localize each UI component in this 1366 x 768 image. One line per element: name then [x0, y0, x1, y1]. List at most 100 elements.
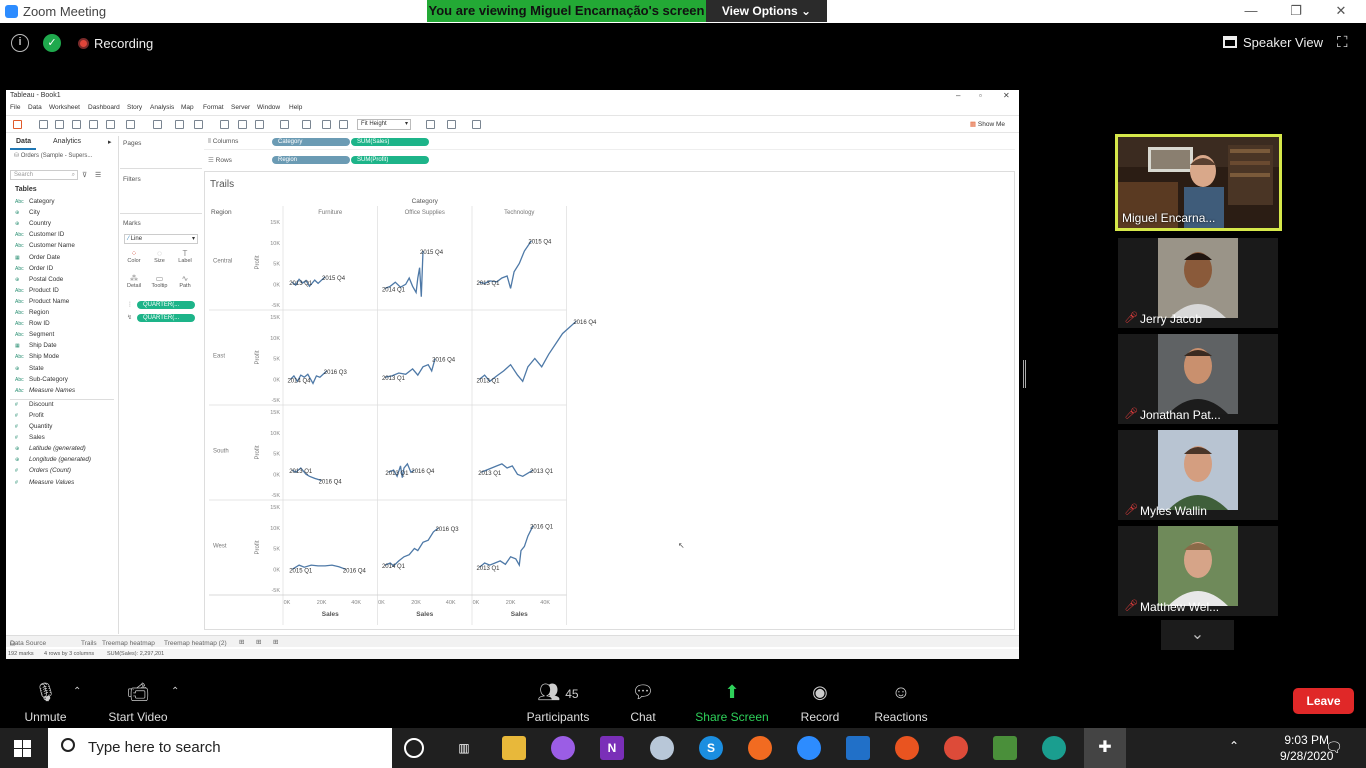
chrome-icon[interactable] [944, 736, 968, 760]
file-explorer-icon[interactable] [502, 736, 526, 760]
field-product-id[interactable]: Abc Product ID [15, 287, 59, 294]
highlight-icon[interactable] [280, 120, 289, 129]
new-worksheet-icon[interactable] [153, 120, 162, 129]
chat-button[interactable]: 💬︎ Chat [620, 680, 666, 724]
field-profit[interactable]: # Profit [15, 412, 44, 419]
view-options-button[interactable]: View Options ⌄ [706, 0, 827, 22]
field-ship-date[interactable]: ▦ Ship Date [15, 342, 57, 349]
field-category[interactable]: Abc Category [15, 198, 55, 205]
presentation-icon[interactable] [447, 120, 456, 129]
view-fields-icon[interactable]: ☰ [95, 171, 101, 179]
show-me-button[interactable]: ▦ Show Me [970, 120, 1005, 128]
labels-icon[interactable] [322, 120, 331, 129]
notifications-icon[interactable]: 🗨︎ [1325, 739, 1343, 756]
menu-item-help[interactable]: Help [289, 104, 302, 111]
menu-item-dashboard[interactable]: Dashboard [88, 104, 120, 111]
participant-tile[interactable]: 🎤︎ Jerry Jacob [1118, 238, 1278, 328]
redo-icon[interactable] [55, 120, 64, 129]
columns-pill-sales[interactable]: SUM(Sales) [351, 138, 429, 146]
participant-tile[interactable]: 🎤︎ Matthew Wel... [1118, 526, 1278, 616]
shared-tableau-window[interactable]: Tableau - Book1 – ▫ ✕ File Data Worksheet D… [6, 90, 1019, 659]
participant-tile-active[interactable]: Miguel Encarna... [1115, 134, 1282, 231]
datasource-item[interactable]: ⛁ Orders (Sample - Supers... [14, 152, 92, 159]
field-measure-names[interactable]: Abc Measure Names [15, 387, 75, 394]
clear-sheet-icon[interactable] [194, 120, 203, 129]
field-latitude-generated-[interactable]: ⊕ Latitude (generated) [15, 445, 86, 452]
fullscreen-icon[interactable]: ⛶ [1337, 35, 1352, 50]
filter-fields-icon[interactable]: ⊽ [82, 171, 87, 179]
fix-axes-icon[interactable] [339, 120, 348, 129]
rows-pill-region[interactable]: Region [272, 156, 350, 164]
new-datasource-icon[interactable] [89, 120, 98, 129]
pane-menu-icon[interactable]: ▸ [108, 138, 112, 146]
taskbar-search-input[interactable]: Type here to search [48, 728, 392, 768]
field-search-input[interactable]: Search ⌕ [10, 170, 78, 180]
mark-tooltip-button[interactable]: ▭ Tooltip [149, 274, 171, 296]
participants-button[interactable]: 👥︎ 45 Participants [521, 680, 595, 724]
menu-item-file[interactable]: File [10, 104, 20, 111]
field-product-name[interactable]: Abc Product Name [15, 298, 69, 305]
menu-item-story[interactable]: Story [127, 104, 142, 111]
worksheet-canvas[interactable]: Trails Category Region Furniture Office Sup… [204, 171, 1015, 630]
reactions-button[interactable]: ☺ Reactions [872, 680, 930, 724]
mark-color-button[interactable]: ⁘ Color [123, 249, 145, 271]
sort-asc-icon[interactable] [238, 120, 247, 129]
chart-app-icon[interactable] [993, 736, 1017, 760]
field-region[interactable]: Abc Region [15, 309, 49, 316]
skype-icon[interactable]: S [699, 736, 723, 760]
field-customer-id[interactable]: Abc Customer ID [15, 231, 64, 238]
duplicate-sheet-icon[interactable] [175, 120, 184, 129]
mark-size-button[interactable]: ◌ Size [149, 249, 171, 271]
speaker-view-button[interactable]: Speaker View [1223, 35, 1323, 50]
field-order-date[interactable]: ▦ Order Date [15, 254, 60, 261]
tableau-minimize-icon[interactable]: – [956, 90, 960, 101]
tab-analytics[interactable]: Analytics [53, 138, 81, 145]
participant-tile[interactable]: 🎤︎ Jonathan Pat... [1118, 334, 1278, 424]
cortana-icon[interactable] [404, 738, 424, 758]
pause-updates-icon[interactable] [106, 120, 115, 129]
audio-options-caret-icon[interactable]: ⌃ [73, 686, 81, 697]
field-quantity[interactable]: # Quantity [15, 423, 52, 430]
field-longitude-generated-[interactable]: ⊕ Longitude (generated) [15, 456, 91, 463]
splitter-handle[interactable] [1023, 360, 1026, 388]
fit-dropdown[interactable]: Fit Height ▾ [357, 119, 411, 130]
participant-tile[interactable]: 🎤︎ Myles Wallin [1118, 430, 1278, 520]
edge-icon[interactable] [1042, 736, 1066, 760]
show-hidden-icons-icon[interactable]: ⌃ [1229, 739, 1239, 753]
rows-pill-profit[interactable]: SUM(Profit) [351, 156, 429, 164]
meeting-info-icon[interactable]: i [11, 34, 29, 52]
share-icon[interactable] [472, 120, 481, 129]
ubuntu-icon[interactable] [895, 736, 919, 760]
minimize-button[interactable]: — [1236, 2, 1266, 20]
close-button[interactable]: ✕ [1326, 2, 1356, 20]
share-screen-button[interactable]: ⬆ Share Screen [693, 680, 771, 724]
security-shield-icon[interactable]: ✓ [43, 34, 61, 52]
mark-path-button[interactable]: ∿ Path [174, 274, 196, 296]
columns-pill-category[interactable]: Category [272, 138, 350, 146]
record-button[interactable]: ◉ Record [797, 680, 843, 724]
field-order-id[interactable]: Abc Order ID [15, 265, 53, 272]
undo-icon[interactable] [39, 120, 48, 129]
field-sub-category[interactable]: Abc Sub-Category [15, 376, 68, 383]
refresh-icon[interactable] [126, 120, 135, 129]
zoom-taskbar-icon[interactable] [797, 736, 821, 760]
save-icon[interactable] [72, 120, 81, 129]
marks-pill-quarter-2[interactable]: QUARTER(... [137, 314, 195, 322]
sort-desc-icon[interactable] [255, 120, 264, 129]
marks-pill-quarter-1[interactable]: QUARTER(... [137, 301, 195, 309]
field-city[interactable]: ⊕ City [15, 209, 40, 216]
recording-indicator[interactable]: Recording [78, 36, 153, 51]
field-segment[interactable]: Abc Segment [15, 331, 54, 338]
pencil-app-icon[interactable] [748, 736, 772, 760]
field-customer-name[interactable]: Abc Customer Name [15, 242, 75, 249]
field-country[interactable]: ⊕ Country [15, 220, 51, 227]
more-participants-button[interactable]: ⌄ [1161, 620, 1234, 650]
menu-item-map[interactable]: Map [181, 104, 194, 111]
video-options-caret-icon[interactable]: ⌃ [171, 686, 179, 697]
field-row-id[interactable]: Abc Row ID [15, 320, 50, 327]
menu-item-format[interactable]: Format [203, 104, 224, 111]
firefox-icon[interactable] [551, 736, 575, 760]
tableau-close-icon[interactable]: ✕ [1003, 90, 1010, 101]
mark-label-button[interactable]: T Label [174, 249, 196, 271]
swap-icon[interactable] [220, 120, 229, 129]
